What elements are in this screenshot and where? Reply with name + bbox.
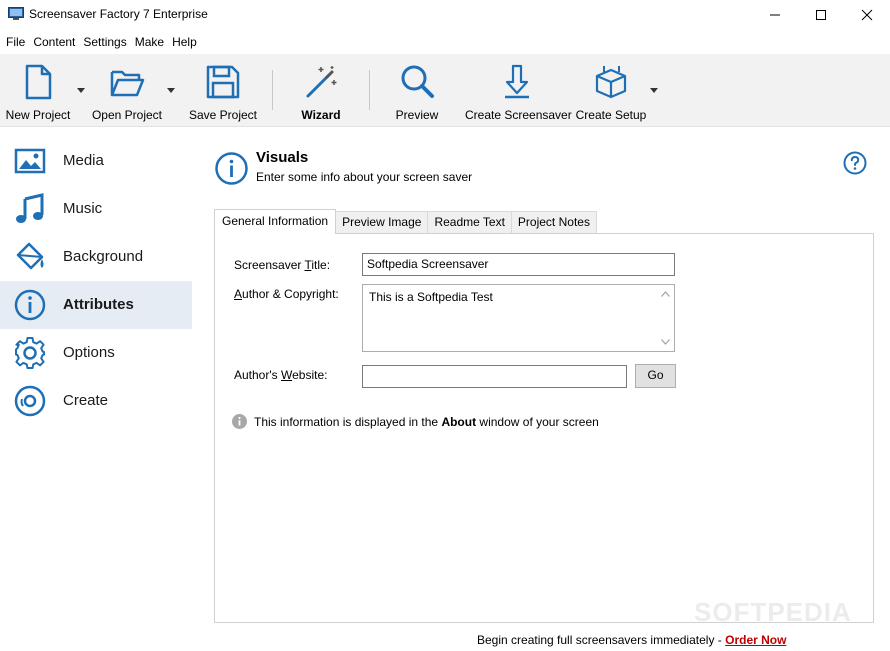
sidebar-item-attributes[interactable]: Attributes — [0, 281, 192, 329]
page-subtitle: Enter some info about your screen saver — [256, 170, 473, 184]
music-icon — [16, 193, 44, 223]
help-icon[interactable] — [843, 151, 867, 175]
open-project-dropdown-icon[interactable] — [167, 88, 175, 93]
toolbar-separator — [369, 70, 370, 110]
toolbar-separator — [272, 70, 273, 110]
preview-label: Preview — [395, 108, 439, 122]
new-project-label: New Project — [5, 108, 71, 122]
window-title: Screensaver Factory 7 Enterprise — [29, 7, 208, 21]
minimize-icon — [770, 14, 780, 15]
sidebar-item-label: Background — [63, 248, 144, 265]
tab-preview-image[interactable]: Preview Image — [335, 211, 429, 234]
go-button[interactable]: Go — [635, 364, 676, 388]
save-disk-icon — [206, 65, 240, 99]
tab-project-notes[interactable]: Project Notes — [510, 211, 597, 234]
maximize-button[interactable] — [798, 0, 844, 29]
menu-settings[interactable]: Settings — [83, 35, 126, 49]
open-project-label: Open Project — [91, 108, 163, 122]
footer-promo: Begin creating full screensavers immedia… — [477, 633, 786, 647]
new-project-dropdown-icon[interactable] — [77, 88, 85, 93]
softpedia-watermark: SOFTPEDIA — [694, 597, 852, 627]
sidebar-item-background[interactable]: Background — [0, 233, 192, 281]
save-project-label: Save Project — [188, 108, 258, 122]
close-icon — [861, 9, 873, 20]
scroll-down-icon[interactable] — [661, 339, 670, 345]
maximize-icon — [816, 9, 826, 20]
preview-button[interactable]: Preview — [385, 54, 449, 127]
download-arrow-icon — [505, 64, 529, 99]
order-now-link[interactable]: Order Now — [725, 633, 786, 647]
info-message: This information is displayed in the Abo… — [254, 415, 599, 429]
menu-make[interactable]: Make — [135, 35, 164, 49]
package-box-icon — [595, 66, 627, 99]
menu-bar: File Content Settings Make Help — [0, 29, 890, 54]
tab-readme-text[interactable]: Readme Text — [427, 211, 512, 234]
menu-content[interactable]: Content — [33, 35, 75, 49]
magnifier-icon — [401, 65, 434, 98]
gear-icon — [15, 337, 45, 369]
sidebar-item-label: Music — [63, 200, 103, 217]
author-website-input[interactable] — [362, 365, 627, 388]
media-icon — [14, 148, 46, 174]
open-project-button[interactable]: Open Project — [89, 54, 165, 127]
sidebar-item-media[interactable]: Media — [0, 137, 192, 185]
save-project-button[interactable]: Save Project — [185, 54, 261, 127]
create-screensaver-label: Create Screensaver — [465, 108, 572, 122]
menu-file[interactable]: File — [6, 35, 25, 49]
menu-help[interactable]: Help — [172, 35, 197, 49]
tab-general-information[interactable]: General Information — [214, 209, 337, 234]
author-copyright-textarea[interactable]: This is a Softpedia Test — [362, 284, 675, 352]
app-icon — [8, 7, 24, 20]
screensaver-title-input[interactable]: Softpedia Screensaver — [362, 253, 675, 276]
screensaver-title-label: Screensaver Title: — [234, 258, 331, 272]
create-setup-dropdown-icon[interactable] — [650, 88, 658, 93]
close-button[interactable] — [844, 0, 890, 29]
wizard-label: Wizard — [301, 108, 341, 122]
sidebar-item-label: Create — [63, 392, 109, 409]
create-setup-button[interactable]: Create Setup — [574, 54, 648, 127]
paint-bucket-icon — [16, 242, 44, 270]
create-screensaver-button[interactable]: Create Screensaver — [465, 54, 572, 127]
magic-wand-icon — [306, 66, 337, 98]
footer-text: Begin creating full screensavers immedia… — [477, 633, 726, 647]
author-website-label: Author's Website: — [234, 368, 328, 382]
minimize-button[interactable] — [752, 0, 798, 29]
sidebar-item-label: Options — [63, 344, 115, 361]
page-title: Visuals — [256, 149, 309, 166]
tab-strip: General Information Preview Image Readme… — [214, 209, 597, 234]
textarea-scrollbar[interactable] — [657, 285, 674, 351]
folder-icon — [110, 70, 145, 97]
sidebar-item-music[interactable]: Music — [0, 185, 192, 233]
visuals-info-icon — [215, 152, 248, 185]
sidebar-item-options[interactable]: Options — [0, 329, 192, 377]
disc-icon — [14, 385, 46, 417]
wizard-button[interactable]: Wizard — [286, 54, 356, 127]
title-bar: Screensaver Factory 7 Enterprise — [0, 0, 890, 29]
sidebar-item-label: Attributes — [63, 296, 134, 313]
toolbar: New Project Open Project Save Project Wi… — [0, 54, 890, 127]
new-project-button[interactable]: New Project — [0, 54, 76, 127]
new-document-icon — [25, 64, 52, 100]
sidebar-item-create[interactable]: Create — [0, 377, 192, 425]
scroll-up-icon[interactable] — [661, 291, 670, 297]
sidebar-item-label: Media — [63, 152, 104, 169]
sidebar: Media Music Background Attributes Option… — [0, 137, 192, 425]
info-small-icon — [232, 414, 247, 429]
create-setup-label: Create Setup — [575, 108, 647, 122]
info-icon — [14, 289, 46, 321]
author-copyright-value: This is a Softpedia Test — [369, 290, 493, 304]
author-copyright-label: Author & Copyright: — [234, 287, 339, 301]
